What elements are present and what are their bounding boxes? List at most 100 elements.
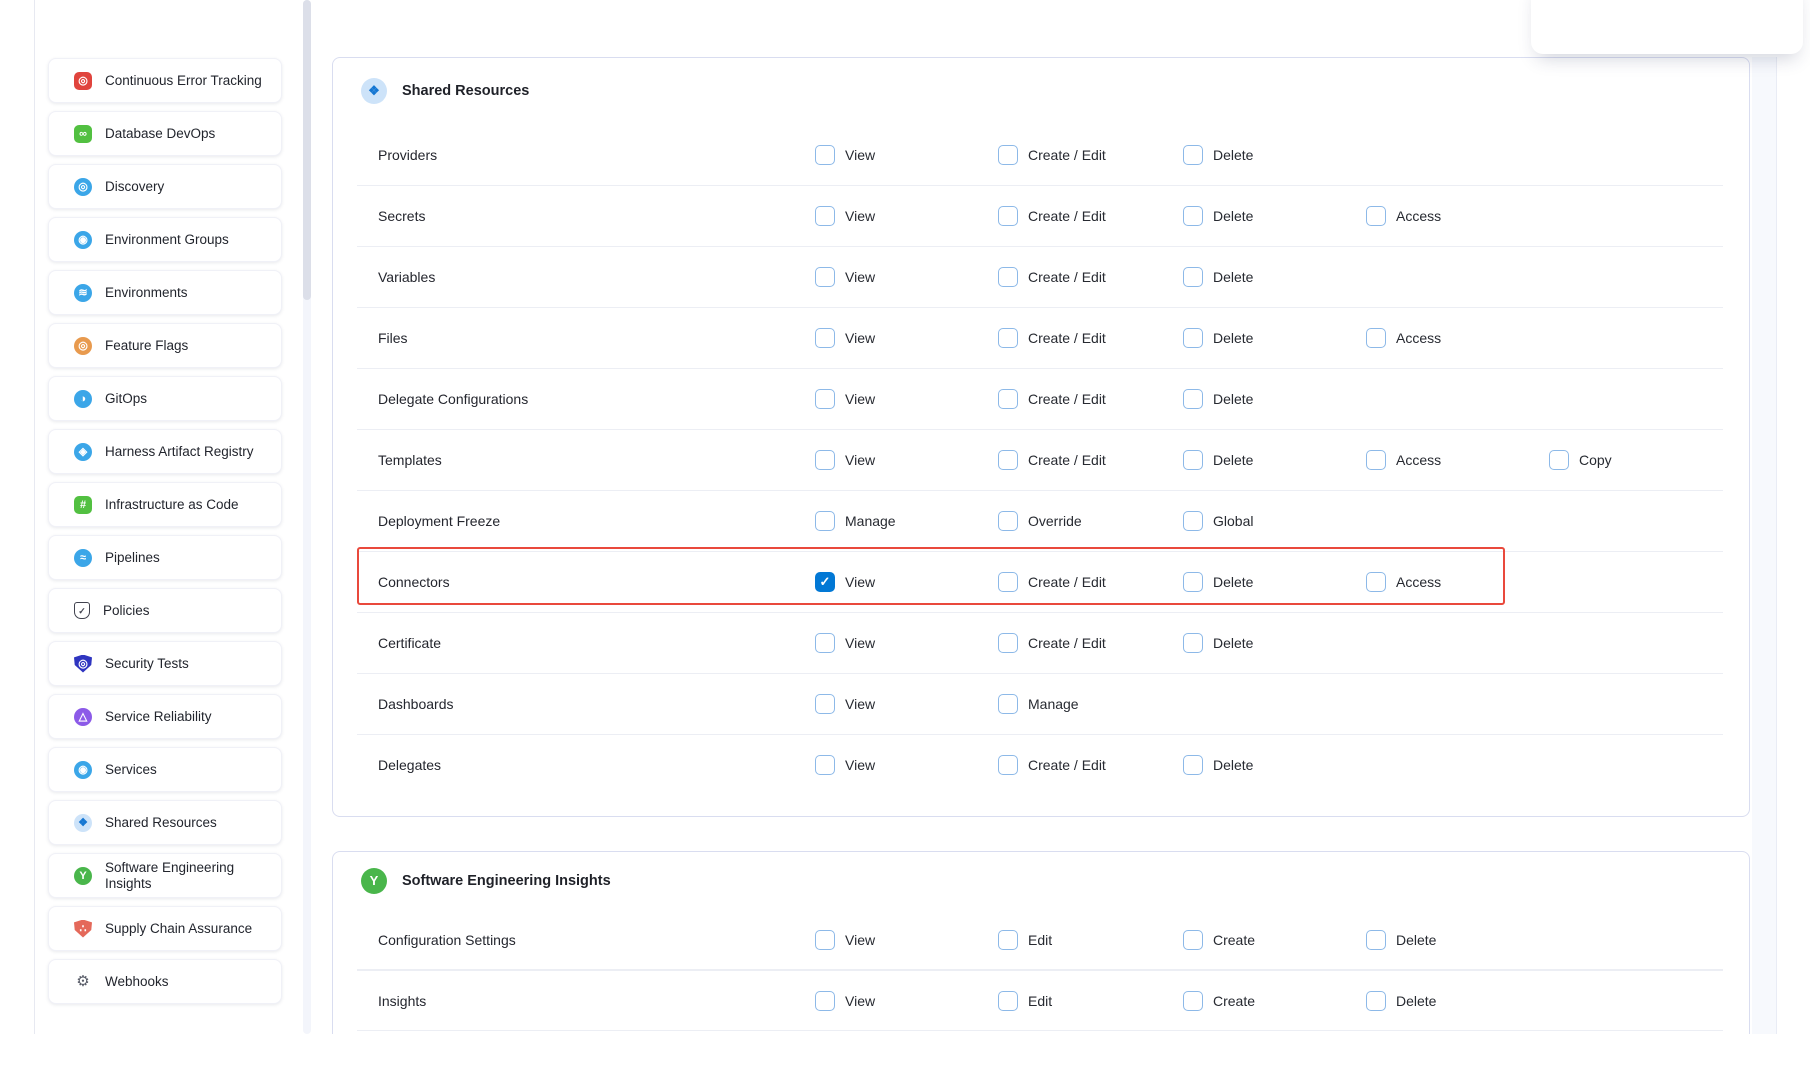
permission-connectors-access[interactable]: Access — [1366, 572, 1441, 592]
checkbox-unchecked[interactable] — [815, 755, 835, 775]
permission-secrets-delete[interactable]: Delete — [1183, 206, 1253, 226]
permission-files-access[interactable]: Access — [1366, 328, 1441, 348]
sidebar-item-harness-artifact-registry[interactable]: ◈Harness Artifact Registry — [48, 429, 282, 474]
checkbox-unchecked[interactable] — [1183, 389, 1203, 409]
sidebar-item-service-reliability[interactable]: △Service Reliability — [48, 694, 282, 739]
sidebar-item-discovery[interactable]: ◎Discovery — [48, 164, 282, 209]
permission-connectors-delete[interactable]: Delete — [1183, 572, 1253, 592]
permission-insights-edit[interactable]: Edit — [998, 991, 1052, 1011]
permission-variables-view[interactable]: View — [815, 267, 875, 287]
checkbox-unchecked[interactable] — [1183, 511, 1203, 531]
sidebar-item-infrastructure-as-code[interactable]: #Infrastructure as Code — [48, 482, 282, 527]
permission-secrets-create-edit[interactable]: Create / Edit — [998, 206, 1106, 226]
checkbox-unchecked[interactable] — [1366, 572, 1386, 592]
sidebar-item-feature-flags[interactable]: ◎Feature Flags — [48, 323, 282, 368]
sidebar-item-continuous-error-tracking[interactable]: ◎Continuous Error Tracking — [48, 58, 282, 103]
permission-configuration-settings-edit[interactable]: Edit — [998, 930, 1052, 950]
permission-providers-delete[interactable]: Delete — [1183, 145, 1253, 165]
checkbox-unchecked[interactable] — [998, 694, 1018, 714]
checkbox-unchecked[interactable] — [998, 991, 1018, 1011]
checkbox-unchecked[interactable] — [1366, 206, 1386, 226]
permission-providers-view[interactable]: View — [815, 145, 875, 165]
sidebar-item-policies[interactable]: ✓Policies — [48, 588, 282, 633]
checkbox-unchecked[interactable] — [1183, 145, 1203, 165]
permission-deployment-freeze-manage[interactable]: Manage — [815, 511, 896, 531]
checkbox-unchecked[interactable] — [1183, 633, 1203, 653]
checkbox-unchecked[interactable] — [998, 389, 1018, 409]
checkbox-unchecked[interactable] — [998, 930, 1018, 950]
permission-templates-view[interactable]: View — [815, 450, 875, 470]
sidebar-item-services[interactable]: ◉Services — [48, 747, 282, 792]
checkbox-unchecked[interactable] — [815, 991, 835, 1011]
permission-deployment-freeze-global[interactable]: Global — [1183, 511, 1253, 531]
checkbox-unchecked[interactable] — [998, 206, 1018, 226]
permission-secrets-view[interactable]: View — [815, 206, 875, 226]
checkbox-unchecked[interactable] — [1183, 930, 1203, 950]
checkbox-unchecked[interactable] — [1183, 450, 1203, 470]
checkbox-unchecked[interactable] — [815, 328, 835, 348]
permission-configuration-settings-delete[interactable]: Delete — [1366, 930, 1436, 950]
permission-variables-create-edit[interactable]: Create / Edit — [998, 267, 1106, 287]
sidebar-item-shared-resources[interactable]: ❖Shared Resources — [48, 800, 282, 845]
checkbox-unchecked[interactable] — [815, 206, 835, 226]
checkbox-unchecked[interactable] — [998, 511, 1018, 531]
sidebar-item-webhooks[interactable]: ⚙Webhooks — [48, 959, 282, 1004]
checkbox-unchecked[interactable] — [1183, 755, 1203, 775]
sidebar-item-software-engineering-insights[interactable]: YSoftware Engineering Insights — [48, 853, 282, 898]
checkbox-unchecked[interactable] — [1183, 991, 1203, 1011]
checkbox-unchecked[interactable] — [998, 755, 1018, 775]
permission-delegates-create-edit[interactable]: Create / Edit — [998, 755, 1106, 775]
sidebar-scrollbar[interactable] — [303, 0, 311, 1034]
permission-insights-delete[interactable]: Delete — [1366, 991, 1436, 1011]
permission-dashboards-view[interactable]: View — [815, 694, 875, 714]
permission-certificate-delete[interactable]: Delete — [1183, 633, 1253, 653]
permission-delegate-configurations-delete[interactable]: Delete — [1183, 389, 1253, 409]
permission-configuration-settings-view[interactable]: View — [815, 930, 875, 950]
checkbox-unchecked[interactable] — [1183, 206, 1203, 226]
sidebar-item-gitops[interactable]: ◑GitOps — [48, 376, 282, 421]
permission-insights-create[interactable]: Create — [1183, 991, 1255, 1011]
sidebar-item-supply-chain-assurance[interactable]: ∴Supply Chain Assurance — [48, 906, 282, 951]
sidebar-item-environments[interactable]: ≋Environments — [48, 270, 282, 315]
permission-configuration-settings-create[interactable]: Create — [1183, 930, 1255, 950]
permission-files-view[interactable]: View — [815, 328, 875, 348]
checkbox-checked[interactable]: ✓ — [815, 572, 835, 592]
checkbox-unchecked[interactable] — [1549, 450, 1569, 470]
checkbox-unchecked[interactable] — [998, 328, 1018, 348]
checkbox-unchecked[interactable] — [815, 694, 835, 714]
permission-certificate-create-edit[interactable]: Create / Edit — [998, 633, 1106, 653]
permission-variables-delete[interactable]: Delete — [1183, 267, 1253, 287]
checkbox-unchecked[interactable] — [998, 267, 1018, 287]
sidebar-scrollbar-thumb[interactable] — [303, 0, 311, 300]
checkbox-unchecked[interactable] — [998, 572, 1018, 592]
permission-templates-copy[interactable]: Copy — [1549, 450, 1612, 470]
checkbox-unchecked[interactable] — [815, 267, 835, 287]
permission-connectors-create-edit[interactable]: Create / Edit — [998, 572, 1106, 592]
checkbox-unchecked[interactable] — [1366, 328, 1386, 348]
sidebar-item-database-devops[interactable]: ∞Database DevOps — [48, 111, 282, 156]
checkbox-unchecked[interactable] — [815, 389, 835, 409]
permission-secrets-access[interactable]: Access — [1366, 206, 1441, 226]
checkbox-unchecked[interactable] — [815, 930, 835, 950]
checkbox-unchecked[interactable] — [815, 145, 835, 165]
permission-templates-access[interactable]: Access — [1366, 450, 1441, 470]
permission-providers-create-edit[interactable]: Create / Edit — [998, 145, 1106, 165]
checkbox-unchecked[interactable] — [815, 450, 835, 470]
checkbox-unchecked[interactable] — [1183, 572, 1203, 592]
permission-connectors-view[interactable]: ✓View — [815, 572, 875, 592]
permission-certificate-view[interactable]: View — [815, 633, 875, 653]
checkbox-unchecked[interactable] — [1366, 450, 1386, 470]
checkbox-unchecked[interactable] — [1183, 328, 1203, 348]
sidebar-item-environment-groups[interactable]: ◉Environment Groups — [48, 217, 282, 262]
main-scrollbar[interactable] — [1752, 57, 1777, 1034]
checkbox-unchecked[interactable] — [998, 145, 1018, 165]
permission-deployment-freeze-override[interactable]: Override — [998, 511, 1082, 531]
permission-insights-view[interactable]: View — [815, 991, 875, 1011]
permission-files-delete[interactable]: Delete — [1183, 328, 1253, 348]
checkbox-unchecked[interactable] — [998, 450, 1018, 470]
sidebar-item-security-tests[interactable]: ◎Security Tests — [48, 641, 282, 686]
permission-templates-create-edit[interactable]: Create / Edit — [998, 450, 1106, 470]
checkbox-unchecked[interactable] — [1183, 267, 1203, 287]
permission-delegates-view[interactable]: View — [815, 755, 875, 775]
checkbox-unchecked[interactable] — [815, 633, 835, 653]
